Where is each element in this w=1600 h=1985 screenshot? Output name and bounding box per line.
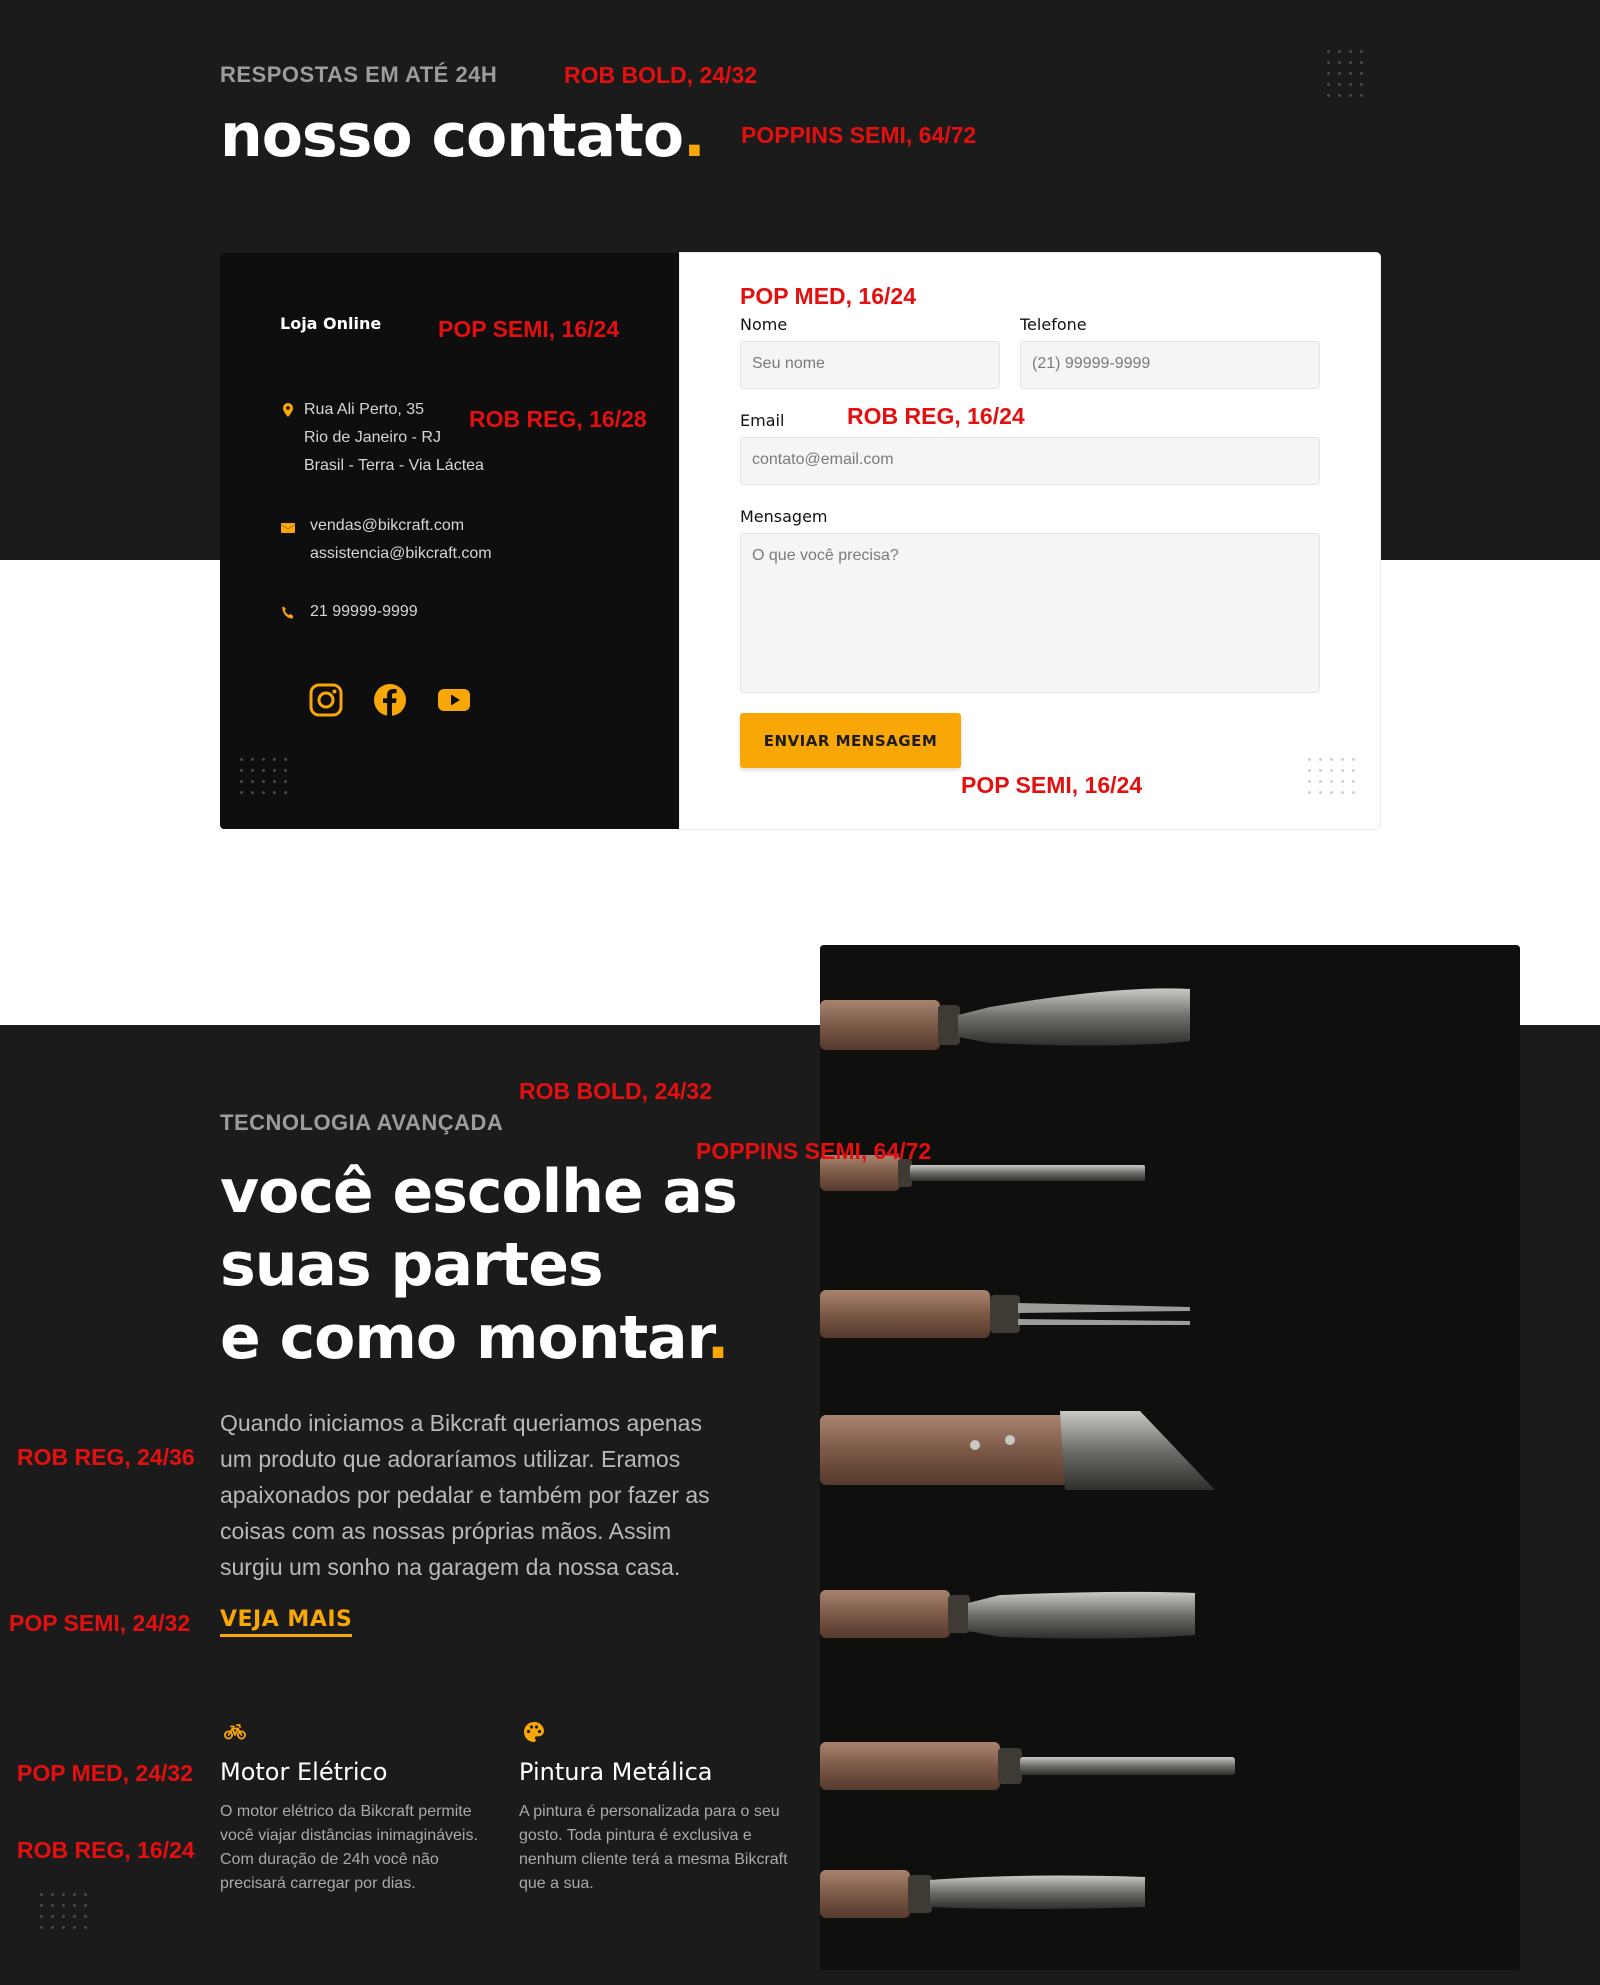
facebook-icon[interactable] [372,682,408,718]
title-accent-dot: . [683,101,706,171]
spec-annotation: ROB REG, 16/24 [17,1837,195,1863]
spec-annotation: POPPINS SEMI, 64/72 [741,122,977,148]
address-line-2: Rio de Janeiro - RJ [304,429,441,446]
tech-title: você escolhe as suas partes e como monta… [220,1156,738,1375]
tech-title-line-3: e como montar. [220,1302,737,1375]
palette-icon [524,1721,544,1742]
tech-title-line-2: suas partes [220,1230,604,1300]
contact-eyebrow: RESPOSTAS EM ATÉ 24H [220,62,498,87]
phone-input[interactable]: (21) 99999-9999 [1020,341,1320,389]
youtube-icon[interactable] [436,682,472,718]
send-message-button[interactable]: ENVIAR MENSAGEM [740,713,961,768]
location-pin-icon [283,403,293,417]
email-label: Email [740,411,785,430]
feature-title: Pintura Metálica [519,1758,713,1786]
spec-annotation: POP SEMI, 24/32 [9,1610,191,1636]
message-textarea[interactable]: O que você precisa? [740,533,1320,693]
spec-annotation: POPPINS SEMI, 64/72 [696,1138,932,1164]
spec-annotation: POP MED, 16/24 [740,283,916,309]
mail-icon [281,523,295,533]
spec-annotation: POP MED, 24/32 [17,1760,193,1786]
name-input[interactable]: Seu nome [740,341,1000,389]
carving-tools-illustration [820,945,1520,1970]
feature-text: O motor elétrico da Bikcraft permite voc… [220,1803,478,1892]
phone-number-link[interactable]: 21 99999-9999 [310,598,418,626]
phone-icon [282,606,294,619]
spec-annotation: ROB REG, 24/36 [17,1444,195,1470]
bike-icon [224,1724,246,1740]
email-support-link[interactable]: assistencia@bikcraft.com [310,540,492,568]
phone-label: Telefone [1020,315,1087,334]
tech-paragraph: Quando iniciamos a Bikcraft queriamos ap… [220,1410,710,1580]
decorative-dots [1308,758,1355,794]
email-input[interactable]: contato@email.com [740,437,1320,485]
store-title: Loja Online [280,314,382,333]
message-label: Mensagem [740,507,828,526]
spec-annotation: ROB BOLD, 24/32 [564,62,757,88]
spec-annotation: POP SEMI, 16/24 [961,772,1143,798]
decorative-dots [40,1893,87,1929]
feature-title: Motor Elétrico [220,1758,388,1786]
spec-annotation: ROB REG, 16/28 [469,406,647,432]
spec-annotation: POP SEMI, 16/24 [438,316,620,342]
feature-text: A pintura é personalizada para o seu gos… [519,1803,788,1892]
carving-tools-photo [820,945,1520,1970]
address-line-3: Brasil - Terra - Via Láctea [304,457,484,474]
email-sales-link[interactable]: vendas@bikcraft.com [310,512,464,540]
spec-annotation: ROB REG, 16/24 [847,403,1025,429]
instagram-icon[interactable] [308,682,344,718]
address-line-1: Rua Ali Perto, 35 [304,401,425,418]
tech-title-line-3-text: e como montar [220,1303,708,1373]
decorative-dots [240,758,287,794]
title-accent-dot: . [706,1303,730,1373]
tech-title-line-1: você escolhe as [220,1157,738,1227]
decorative-dots [1327,50,1363,97]
name-label: Nome [740,315,788,334]
see-more-link[interactable]: VEJA MAIS [220,1607,353,1637]
spec-annotation: ROB BOLD, 24/32 [519,1078,712,1104]
contact-title-text: nosso contato [220,101,684,171]
tech-eyebrow: TECNOLOGIA AVANÇADA [220,1110,504,1135]
contact-title: nosso contato. [220,100,706,173]
